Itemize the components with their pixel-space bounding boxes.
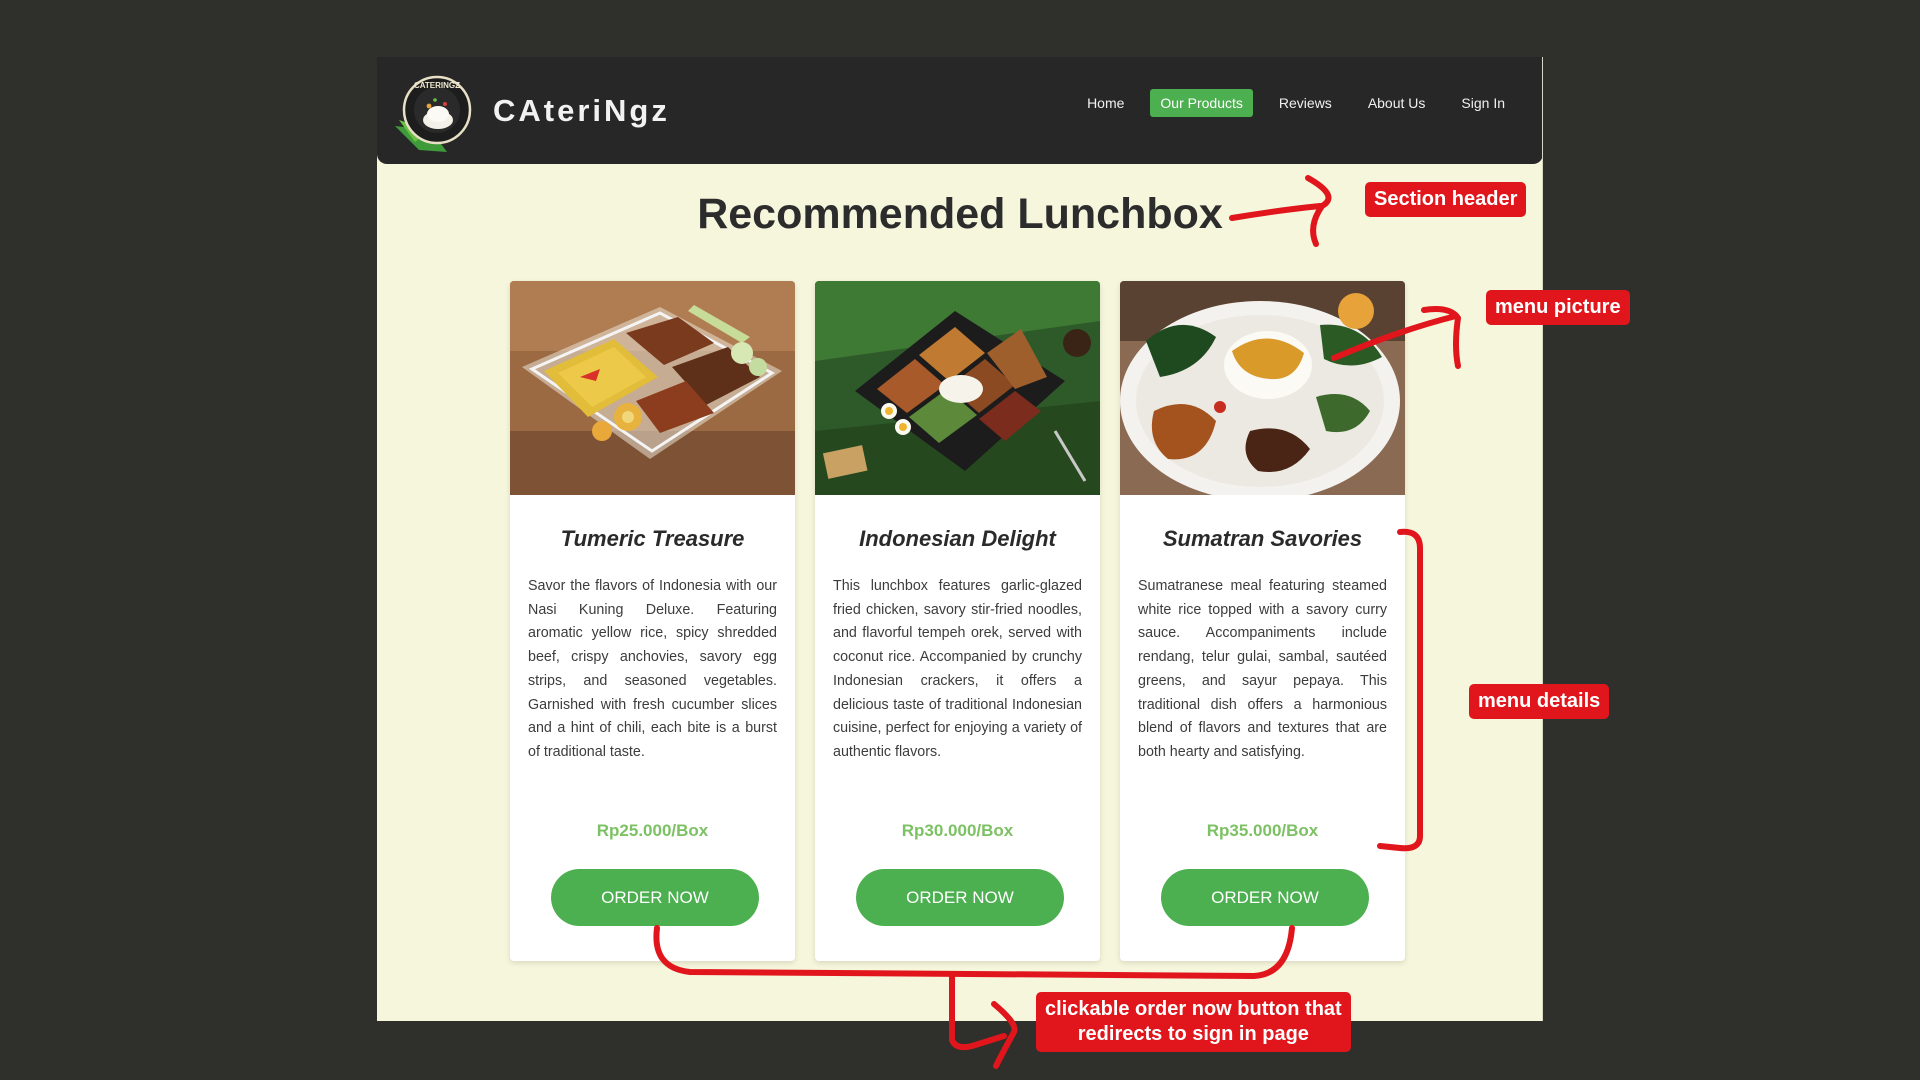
- menu-name: Indonesian Delight: [859, 526, 1056, 551]
- product-card-indonesian-delight: Indonesian Delight This lunchbox feature…: [815, 281, 1100, 961]
- annotation-order-button: clickable order now button that redirect…: [1036, 992, 1351, 1052]
- annotation-menu-details: menu details: [1469, 684, 1610, 719]
- nav-sign-in[interactable]: Sign In: [1451, 89, 1515, 117]
- annotation-order-button-line2: redirects to sign in page: [1077, 1023, 1309, 1045]
- menu-price: Rp25.000/Box: [596, 821, 709, 840]
- menu-description: This lunchbox features garlic-glazed fri…: [833, 578, 1082, 760]
- navbar: CATERINGZ CAteriNgz Home Our Products Re…: [377, 57, 1542, 164]
- menu-price: Rp30.000/Box: [901, 821, 1014, 840]
- product-card-tumeric-treasure: Tumeric Treasure Savor the flavors of In…: [510, 281, 795, 961]
- menu-price: Rp35.000/Box: [1206, 821, 1319, 840]
- annotation-menu-picture: menu picture: [1486, 290, 1630, 325]
- menu-name: Tumeric Treasure: [560, 526, 745, 551]
- order-now-button[interactable]: ORDER NOW: [1161, 869, 1369, 926]
- logo-ring-text: CATERINGZ: [414, 81, 460, 90]
- order-now-button[interactable]: ORDER NOW: [856, 869, 1064, 926]
- product-card-sumatran-savories: Sumatran Savories Sumatranese meal featu…: [1120, 281, 1405, 961]
- menu-description: Savor the flavors of Indonesia with our …: [528, 578, 777, 760]
- menu-description: Sumatranese meal featuring steamed white…: [1138, 578, 1387, 760]
- nav-about-us[interactable]: About Us: [1358, 89, 1436, 117]
- menu-name: Sumatran Savories: [1162, 526, 1363, 551]
- nav-reviews[interactable]: Reviews: [1269, 89, 1342, 117]
- order-now-button[interactable]: ORDER NOW: [551, 869, 759, 926]
- menu-picture-tumeric-treasure: [510, 281, 795, 495]
- product-cards: Tumeric Treasure Savor the flavors of In…: [510, 281, 1405, 961]
- nav-home[interactable]: Home: [1077, 89, 1134, 117]
- nav-menu: Home Our Products Reviews About Us Sign …: [1077, 89, 1515, 117]
- menu-picture-sumatran-savories: [1120, 281, 1405, 495]
- annotation-section-header: Section header: [1365, 182, 1527, 217]
- annotation-order-button-line1: clickable order now button that: [1045, 998, 1342, 1020]
- menu-picture-indonesian-delight: [815, 281, 1100, 495]
- nav-our-products[interactable]: Our Products: [1150, 89, 1253, 117]
- catering-logo-icon[interactable]: CATERINGZ: [389, 70, 475, 156]
- brand-name[interactable]: CAteriNgz: [493, 93, 670, 129]
